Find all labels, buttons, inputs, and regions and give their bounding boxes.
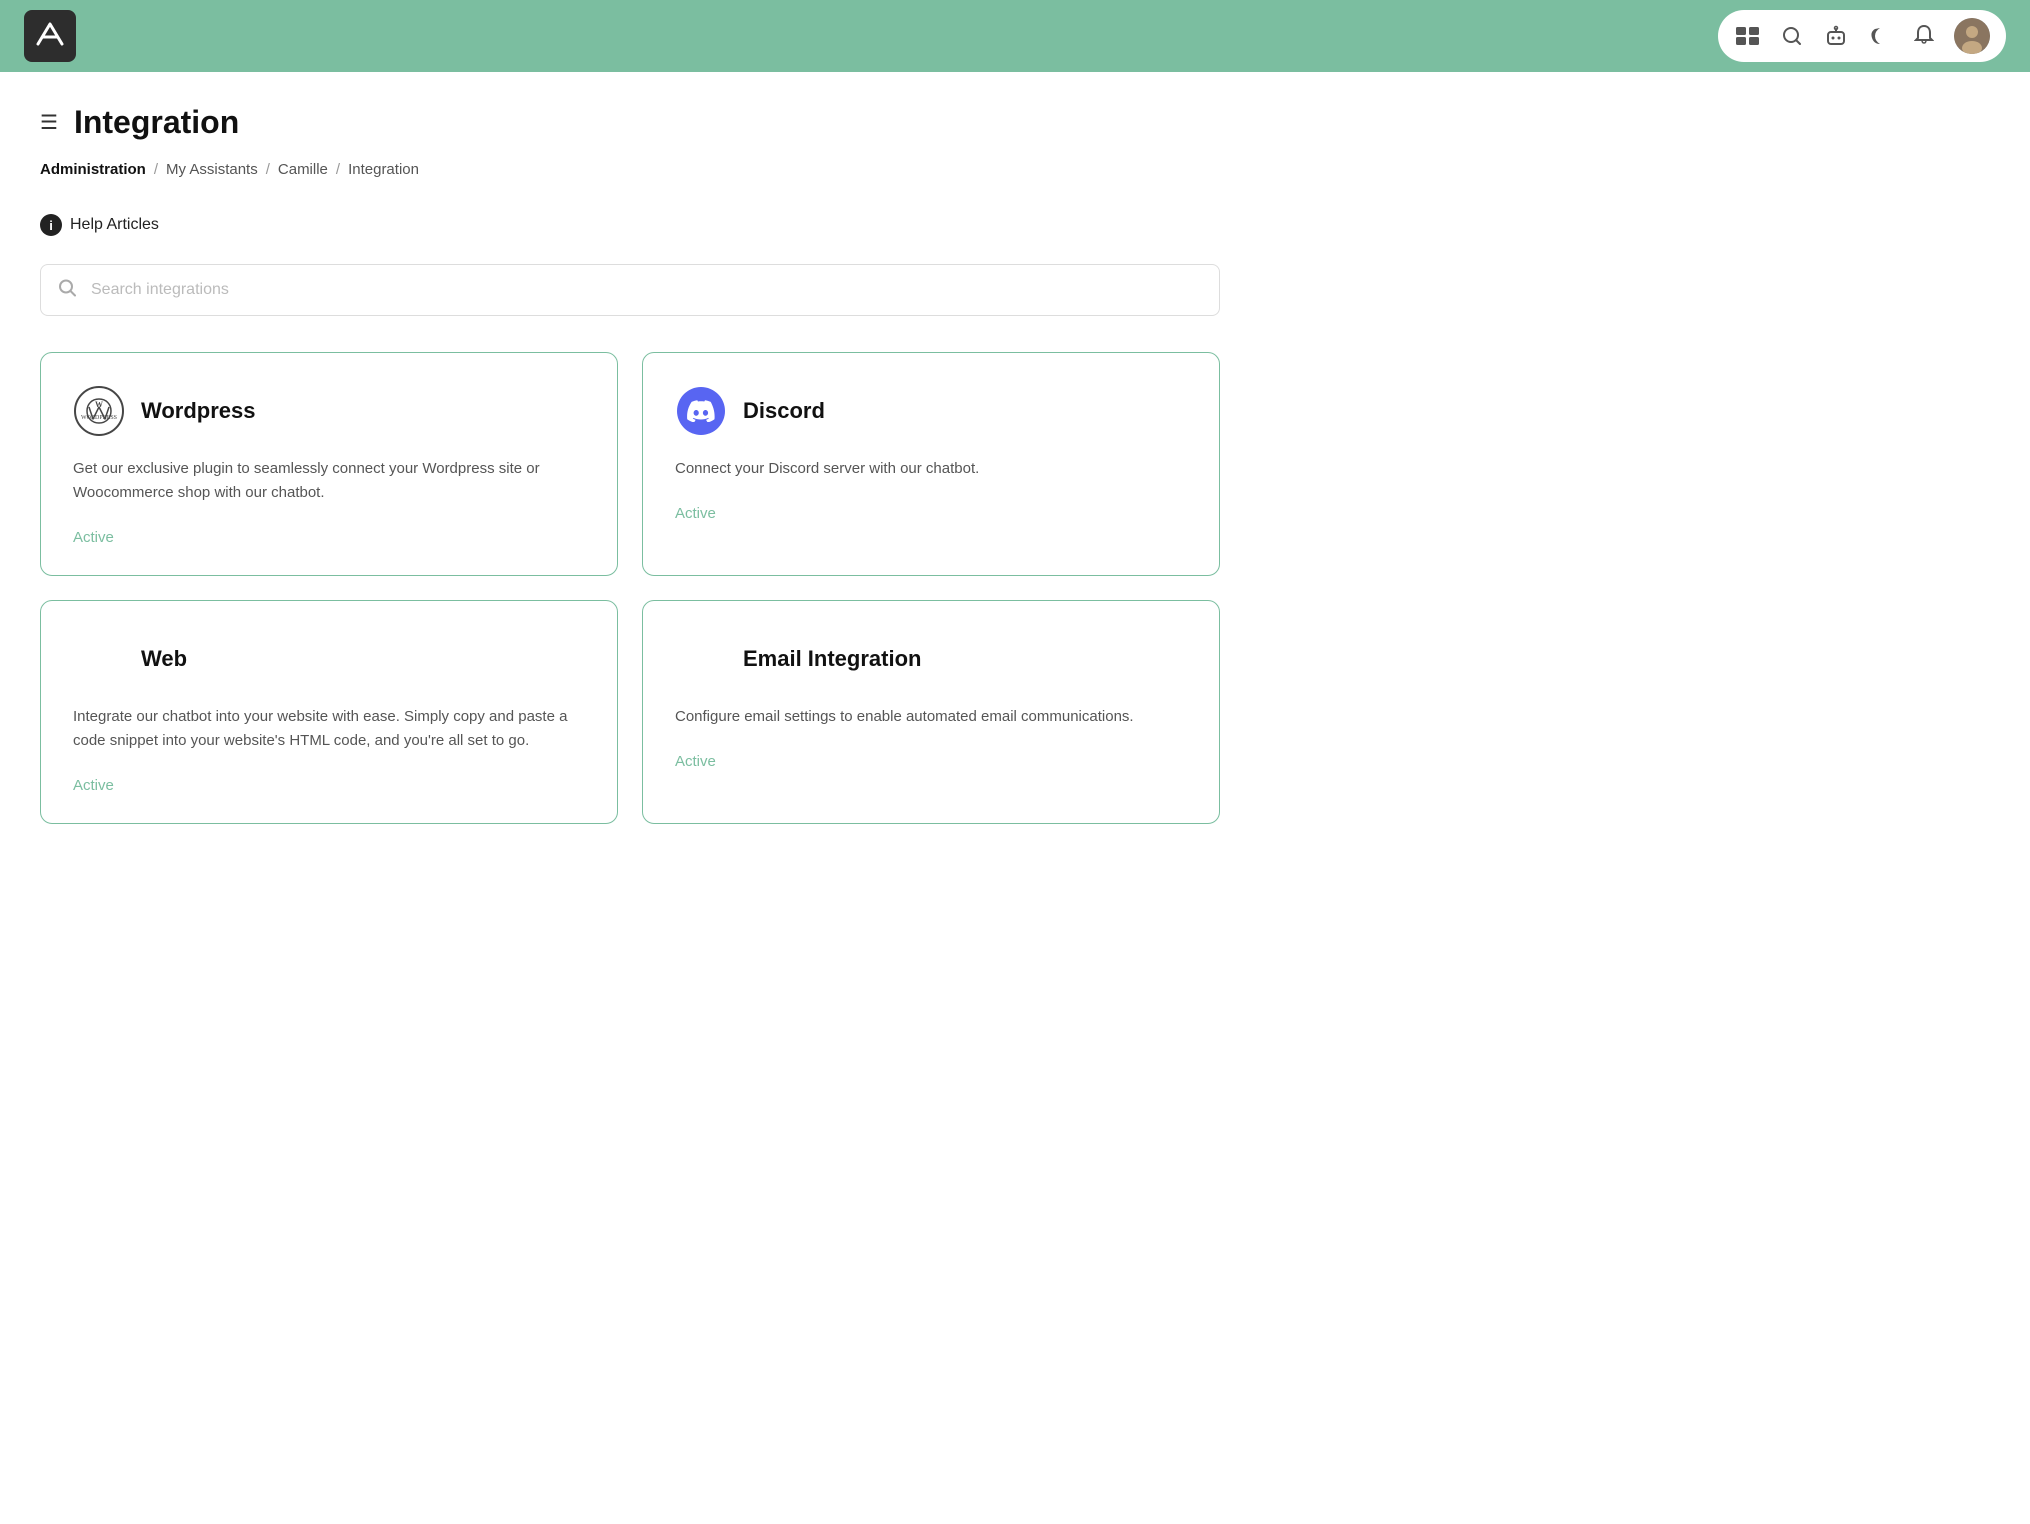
breadcrumb-current: Integration: [348, 161, 419, 178]
breadcrumb-camille[interactable]: Camille: [278, 161, 328, 178]
web-status: Active: [73, 777, 114, 794]
page-title: Integration: [74, 104, 239, 141]
breadcrumb-sep2: /: [266, 161, 270, 178]
notification-icon[interactable]: [1910, 22, 1938, 50]
web-title: Web: [141, 646, 187, 672]
svg-text:WORDPRESS: WORDPRESS: [81, 415, 117, 421]
wordpress-card-header: W WORDPRESS Wordpress: [73, 385, 585, 437]
search-input[interactable]: [40, 264, 1220, 316]
breadcrumb-sep1: /: [154, 161, 158, 178]
search-icon[interactable]: [1778, 22, 1806, 50]
menu-icon[interactable]: ☰: [40, 110, 58, 135]
email-card[interactable]: Email Integration Configure email settin…: [642, 600, 1220, 824]
help-row: i Help Articles: [40, 214, 1220, 236]
dark-mode-icon[interactable]: [1866, 22, 1894, 50]
email-card-header: Email Integration: [675, 633, 1187, 685]
bot-icon[interactable]: [1822, 22, 1850, 50]
page-title-row: ☰ Integration: [40, 104, 1220, 141]
email-logo: [675, 633, 727, 685]
wordpress-desc: Get our exclusive plugin to seamlessly c…: [73, 457, 585, 505]
help-label[interactable]: Help Articles: [70, 216, 159, 234]
logo[interactable]: [24, 10, 76, 62]
info-icon: i: [40, 214, 62, 236]
email-status: Active: [675, 753, 716, 770]
discord-card-header: Discord: [675, 385, 1187, 437]
discord-title: Discord: [743, 398, 825, 424]
web-logo: [73, 633, 125, 685]
search-container: [40, 264, 1220, 316]
wordpress-logo: W WORDPRESS: [73, 385, 125, 437]
wordpress-card[interactable]: W WORDPRESS Wordpress Get our exclusive …: [40, 352, 618, 576]
discord-desc: Connect your Discord server with our cha…: [675, 457, 1187, 481]
breadcrumb-admin[interactable]: Administration: [40, 161, 146, 178]
cards-grid: W WORDPRESS Wordpress Get our exclusive …: [40, 352, 1220, 824]
email-desc: Configure email settings to enable autom…: [675, 705, 1187, 729]
header: [0, 0, 2030, 72]
wordpress-title: Wordpress: [141, 398, 256, 424]
breadcrumb-sep3: /: [336, 161, 340, 178]
breadcrumb: Administration / My Assistants / Camille…: [40, 161, 1220, 178]
avatar[interactable]: [1954, 18, 1990, 54]
search-input-icon: [58, 279, 76, 302]
discord-card[interactable]: Discord Connect your Discord server with…: [642, 352, 1220, 576]
web-card[interactable]: Web Integrate our chatbot into your webs…: [40, 600, 618, 824]
web-card-header: Web: [73, 633, 585, 685]
breadcrumb-my-assistants[interactable]: My Assistants: [166, 161, 258, 178]
main-content: ☰ Integration Administration / My Assist…: [0, 72, 1260, 856]
header-toolbar: [1718, 10, 2006, 62]
discord-status: Active: [675, 505, 716, 522]
ab-icon[interactable]: [1734, 22, 1762, 50]
discord-logo: [675, 385, 727, 437]
email-title: Email Integration: [743, 646, 921, 672]
wordpress-status: Active: [73, 529, 114, 546]
web-desc: Integrate our chatbot into your website …: [73, 705, 585, 753]
